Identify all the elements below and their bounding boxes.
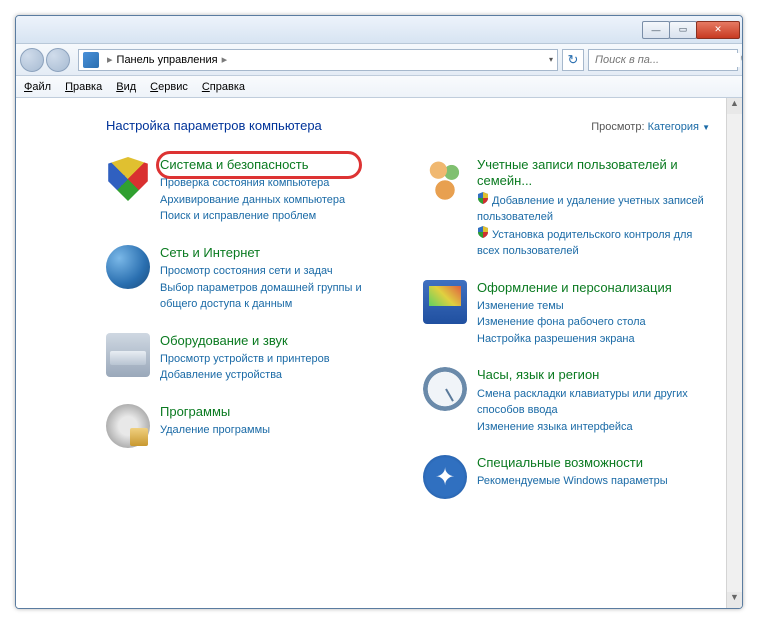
- clock-region-icon: [423, 367, 467, 411]
- minimize-button[interactable]: —: [642, 21, 670, 39]
- category-title-network-internet[interactable]: Сеть и Интернет: [160, 245, 393, 261]
- category-link[interactable]: Изменение языка интерфейса: [477, 419, 710, 436]
- refresh-button[interactable]: ↻: [562, 49, 584, 71]
- content-area: Настройка параметров компьютера Просмотр…: [16, 98, 726, 608]
- category-column-left: Система и безопасность Проверка состояния…: [106, 157, 393, 519]
- uac-shield-icon: [477, 192, 489, 204]
- forward-button[interactable]: [46, 48, 70, 72]
- system-security-icon: [106, 157, 150, 201]
- view-by-value[interactable]: Категория: [648, 121, 699, 133]
- address-bar[interactable]: ▸ Панель управления ▸ ▾: [78, 49, 558, 71]
- menu-help[interactable]: Справка: [202, 81, 245, 93]
- programs-icon: [106, 404, 150, 448]
- navbar: ▸ Панель управления ▸ ▾ ↻ 🔍: [16, 44, 742, 76]
- menubar: Файл Правка Вид Сервис Справка: [16, 76, 742, 98]
- category-link[interactable]: Просмотр устройств и принтеров: [160, 351, 393, 368]
- menu-file[interactable]: Файл: [24, 81, 51, 93]
- category-link[interactable]: Удаление программы: [160, 422, 393, 439]
- category-link[interactable]: Добавление устройства: [160, 367, 393, 384]
- category-link[interactable]: Изменение фона рабочего стола: [477, 314, 710, 331]
- network-internet-icon: [106, 245, 150, 289]
- titlebar: — ▭ ✕: [16, 16, 742, 44]
- category-system-security: Система и безопасность Проверка состояния…: [106, 157, 393, 225]
- category-column-right: Учетные записи пользователей и семейн...…: [423, 157, 710, 519]
- uac-shield-icon: [477, 226, 489, 238]
- category-title-ease-access[interactable]: Специальные возможности: [477, 455, 710, 471]
- category-appearance: Оформление и персонализация Изменение тем…: [423, 280, 710, 348]
- view-by: Просмотр: Категория ▼: [591, 121, 710, 133]
- category-clock-region: Часы, язык и регион Смена раскладки клави…: [423, 367, 710, 435]
- category-title-hardware-sound[interactable]: Оборудование и звук: [160, 333, 393, 349]
- category-programs: Программы Удаление программы: [106, 404, 393, 448]
- category-title-clock-region[interactable]: Часы, язык и регион: [477, 367, 710, 383]
- search-box[interactable]: 🔍: [588, 49, 738, 71]
- breadcrumb-sep-icon: ▸: [222, 53, 228, 66]
- maximize-button[interactable]: ▭: [669, 21, 697, 39]
- category-link[interactable]: Поиск и исправление проблем: [160, 208, 393, 225]
- menu-view[interactable]: Вид: [116, 81, 136, 93]
- category-link[interactable]: Установка родительского контроля для все…: [477, 226, 710, 260]
- back-button[interactable]: [20, 48, 44, 72]
- appearance-icon: [423, 280, 467, 324]
- category-link[interactable]: Изменение темы: [477, 298, 710, 315]
- address-dropdown-icon[interactable]: ▾: [549, 55, 553, 64]
- close-button[interactable]: ✕: [696, 21, 740, 39]
- category-link[interactable]: Проверка состояния компьютера: [160, 175, 393, 192]
- category-link[interactable]: Добавление и удаление учетных записей по…: [477, 192, 710, 226]
- category-hardware-sound: Оборудование и звук Просмотр устройств и …: [106, 333, 393, 384]
- control-panel-window: — ▭ ✕ ▸ Панель управления ▸ ▾ ↻ 🔍 Файл П…: [15, 15, 743, 609]
- category-link[interactable]: Настройка разрешения экрана: [477, 331, 710, 348]
- breadcrumb-sep-icon: ▸: [107, 53, 113, 66]
- category-link[interactable]: Смена раскладки клавиатуры или других сп…: [477, 386, 710, 419]
- category-link[interactable]: Просмотр состояния сети и задач: [160, 263, 393, 280]
- search-icon[interactable]: 🔍: [740, 53, 743, 67]
- scroll-up-icon[interactable]: ▲: [727, 98, 742, 114]
- category-title-system-security[interactable]: Система и безопасность: [160, 157, 393, 173]
- ease-access-icon: [423, 455, 467, 499]
- category-link[interactable]: Архивирование данных компьютера: [160, 192, 393, 209]
- vertical-scrollbar[interactable]: ▲ ▼: [726, 98, 742, 608]
- chevron-down-icon[interactable]: ▼: [702, 123, 710, 132]
- page-title: Настройка параметров компьютера: [106, 118, 322, 133]
- scroll-down-icon[interactable]: ▼: [727, 592, 742, 608]
- category-title-programs[interactable]: Программы: [160, 404, 393, 420]
- category-link[interactable]: Выбор параметров домашней группы и общег…: [160, 280, 393, 313]
- view-by-label: Просмотр:: [591, 121, 644, 133]
- category-network-internet: Сеть и Интернет Просмотр состояния сети и…: [106, 245, 393, 313]
- category-title-appearance[interactable]: Оформление и персонализация: [477, 280, 710, 296]
- category-ease-access: Специальные возможности Рекомендуемые Win…: [423, 455, 710, 499]
- category-title-user-accounts[interactable]: Учетные записи пользователей и семейн...: [477, 157, 710, 190]
- category-link[interactable]: Рекомендуемые Windows параметры: [477, 473, 710, 490]
- menu-tools[interactable]: Сервис: [150, 81, 188, 93]
- control-panel-icon: [83, 52, 99, 68]
- user-accounts-icon: [423, 157, 467, 201]
- hardware-sound-icon: [106, 333, 150, 377]
- breadcrumb-root[interactable]: Панель управления: [117, 54, 218, 66]
- search-input[interactable]: [593, 53, 740, 67]
- category-user-accounts: Учетные записи пользователей и семейн...…: [423, 157, 710, 260]
- menu-edit[interactable]: Правка: [65, 81, 102, 93]
